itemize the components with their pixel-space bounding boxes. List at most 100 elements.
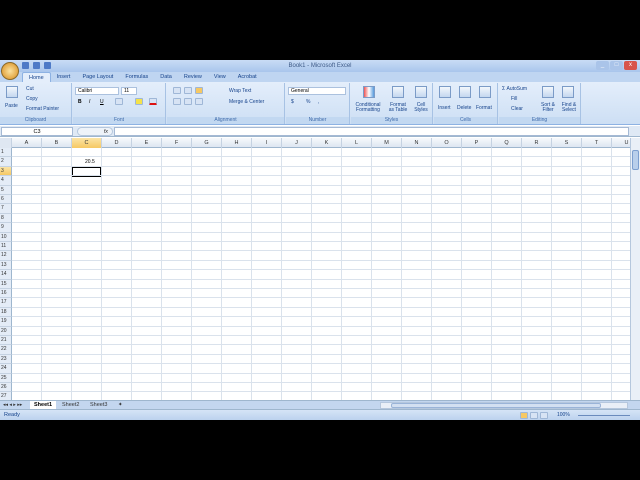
- column-header-C[interactable]: C: [72, 138, 102, 148]
- row-header-24[interactable]: 24: [0, 364, 12, 374]
- row-header-18[interactable]: 18: [0, 307, 12, 318]
- row-header-9[interactable]: 9: [0, 223, 12, 233]
- row-header-22[interactable]: 22: [0, 345, 12, 355]
- row-header-19[interactable]: 19: [0, 317, 12, 327]
- column-header-F[interactable]: F: [162, 138, 192, 148]
- currency-button[interactable]: $: [291, 99, 294, 105]
- column-header-H[interactable]: H: [222, 138, 252, 148]
- row-header-17[interactable]: 17: [0, 298, 12, 308]
- delete-cells-icon[interactable]: [459, 86, 471, 98]
- column-header-D[interactable]: D: [102, 138, 132, 148]
- tab-view[interactable]: View: [208, 72, 232, 82]
- column-header-K[interactable]: K: [312, 138, 342, 148]
- italic-button[interactable]: I: [89, 99, 90, 105]
- column-header-J[interactable]: J: [282, 138, 312, 148]
- row-header-6[interactable]: 6: [0, 195, 12, 205]
- column-header-A[interactable]: A: [12, 138, 42, 148]
- column-header-N[interactable]: N: [402, 138, 432, 148]
- cell-styles-button[interactable]: Cell Styles: [411, 103, 431, 113]
- row-header-23[interactable]: 23: [0, 354, 12, 365]
- row-header-14[interactable]: 14: [0, 270, 12, 280]
- row-header-27[interactable]: 27: [0, 392, 12, 400]
- row-header-15[interactable]: 15: [0, 279, 12, 289]
- paste-icon[interactable]: [6, 86, 18, 98]
- minimize-button[interactable]: _: [596, 61, 609, 70]
- font-color-icon[interactable]: [149, 98, 157, 105]
- align-top-icon[interactable]: [173, 87, 181, 94]
- tab-acrobat[interactable]: Acrobat: [232, 72, 263, 82]
- row-header-3[interactable]: 3: [0, 166, 12, 177]
- align-bottom-icon[interactable]: [195, 87, 203, 94]
- horizontal-scrollbar[interactable]: [380, 402, 628, 409]
- conditional-formatting-icon[interactable]: [363, 86, 375, 98]
- row-header-11[interactable]: 11: [0, 242, 12, 252]
- zoom-level[interactable]: 100%: [557, 412, 570, 418]
- find-select-icon[interactable]: [562, 86, 574, 98]
- comma-button[interactable]: ,: [318, 99, 319, 105]
- percent-button[interactable]: %: [306, 99, 310, 105]
- tab-insert[interactable]: Insert: [51, 72, 77, 82]
- number-format-select[interactable]: General: [288, 87, 346, 95]
- format-as-table-button[interactable]: Format as Table: [387, 103, 409, 113]
- cut-button[interactable]: Cut: [26, 86, 34, 92]
- column-header-P[interactable]: P: [462, 138, 492, 148]
- insert-button[interactable]: Insert: [438, 105, 451, 111]
- row-header-5[interactable]: 5: [0, 185, 12, 195]
- page-layout-view-icon[interactable]: [530, 412, 538, 419]
- fill-button[interactable]: Fill: [511, 96, 517, 102]
- font-name-select[interactable]: Calibri: [75, 87, 119, 95]
- wrap-text-button[interactable]: Wrap Text: [229, 88, 251, 94]
- format-painter-button[interactable]: Format Painter: [26, 106, 59, 112]
- save-icon[interactable]: [22, 62, 29, 69]
- align-center-icon[interactable]: [184, 98, 192, 105]
- align-middle-icon[interactable]: [184, 87, 192, 94]
- row-header-16[interactable]: 16: [0, 289, 12, 299]
- cell-c2-value[interactable]: 20.5: [85, 159, 95, 165]
- column-header-L[interactable]: L: [342, 138, 372, 148]
- column-header-G[interactable]: G: [192, 138, 222, 148]
- sheet-tab-1[interactable]: Sheet1: [30, 401, 57, 409]
- row-header-1[interactable]: 1: [0, 148, 12, 158]
- row-header-25[interactable]: 25: [0, 373, 12, 383]
- delete-button[interactable]: Delete: [457, 105, 471, 111]
- align-left-icon[interactable]: [173, 98, 181, 105]
- vertical-scrollbar[interactable]: [630, 138, 640, 400]
- format-table-icon[interactable]: [392, 86, 404, 98]
- select-all-corner[interactable]: [0, 138, 12, 148]
- row-header-21[interactable]: 21: [0, 336, 12, 346]
- close-button[interactable]: x: [624, 61, 637, 70]
- sheet-nav-arrows[interactable]: ◂◂ ◂ ▸ ▸▸: [3, 402, 22, 408]
- underline-button[interactable]: U: [100, 99, 104, 105]
- row-header-4[interactable]: 4: [0, 176, 12, 186]
- row-header-8[interactable]: 8: [0, 213, 12, 224]
- maximize-button[interactable]: □: [610, 61, 623, 70]
- row-header-20[interactable]: 20: [0, 326, 12, 336]
- tab-page-layout[interactable]: Page Layout: [76, 72, 119, 82]
- format-cells-icon[interactable]: [479, 86, 491, 98]
- column-header-U[interactable]: U: [612, 138, 630, 148]
- merge-center-button[interactable]: Merge & Center: [229, 99, 264, 105]
- column-header-O[interactable]: O: [432, 138, 462, 148]
- column-header-M[interactable]: M: [372, 138, 402, 148]
- row-header-13[interactable]: 13: [0, 260, 12, 271]
- formula-input[interactable]: [114, 127, 629, 136]
- undo-icon[interactable]: [33, 62, 40, 69]
- row-header-7[interactable]: 7: [0, 204, 12, 214]
- tab-review[interactable]: Review: [178, 72, 208, 82]
- insert-function-button[interactable]: fx: [77, 127, 113, 136]
- column-header-T[interactable]: T: [582, 138, 612, 148]
- font-size-select[interactable]: 11: [121, 87, 137, 95]
- worksheet-grid[interactable]: ABCDEFGHIJKLMNOPQRSTU 20.5 1 2 3 4 5 6 7 8 9 10 11…: [0, 138, 630, 400]
- row-header-2[interactable]: 2: [0, 157, 12, 167]
- column-header-E[interactable]: E: [132, 138, 162, 148]
- insert-sheet-icon[interactable]: ✦: [114, 401, 127, 409]
- bold-button[interactable]: B: [78, 99, 82, 105]
- normal-view-icon[interactable]: [520, 412, 528, 419]
- column-header-I[interactable]: I: [252, 138, 282, 148]
- column-header-B[interactable]: B: [42, 138, 72, 148]
- office-button[interactable]: [1, 62, 19, 80]
- vertical-scroll-thumb[interactable]: [632, 150, 639, 170]
- sort-filter-icon[interactable]: [542, 86, 554, 98]
- insert-cells-icon[interactable]: [439, 86, 451, 98]
- sort-filter-button[interactable]: Sort & Filter: [539, 103, 557, 113]
